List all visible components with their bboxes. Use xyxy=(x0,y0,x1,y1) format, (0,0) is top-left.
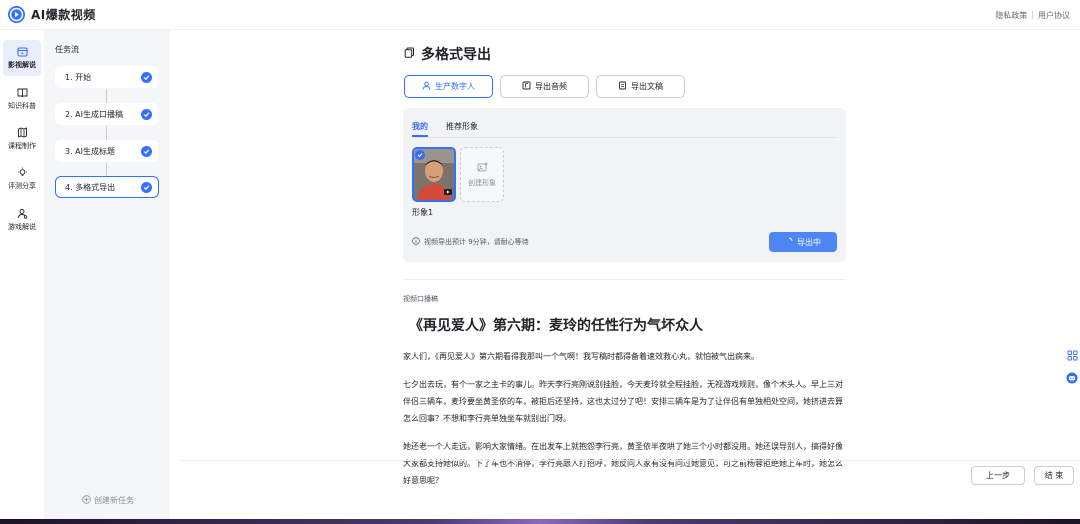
info-icon xyxy=(412,237,420,247)
avatar-panel: 我的 推荐形象 创建形象 形象1 视频导出预计 9分钟，请耐心等待 导出中 xyxy=(403,108,846,262)
user-game-icon xyxy=(17,208,28,219)
main-content: 多格式导出 生产数字人 导出音频 导出文稿 我的 推荐形象 创建形象 形象1 视… xyxy=(170,30,1080,524)
footer-bar: 上一步 结 束 xyxy=(180,460,1080,524)
nav-label: 知识科普 xyxy=(8,102,36,110)
tab-label: 导出音频 xyxy=(535,82,567,91)
copy-doc-icon xyxy=(404,47,415,61)
page-title-row: 多格式导出 xyxy=(404,44,491,64)
app-logo[interactable]: AI爆款视频 xyxy=(8,6,96,23)
export-button[interactable]: 导出中 xyxy=(769,232,837,252)
tab-label: 生产数字人 xyxy=(435,82,475,91)
section-divider xyxy=(403,279,846,280)
left-nav: 影视解说 知识科普 课程制作 评测分享 游戏解说 xyxy=(0,30,44,524)
user-agreement-link[interactable]: 用户协议 xyxy=(1038,10,1070,21)
nav-item-film-commentary[interactable]: 影视解说 xyxy=(3,40,41,76)
grid-apps-icon[interactable] xyxy=(1066,349,1078,361)
avatar-name: 形象1 xyxy=(412,208,434,217)
step-connector xyxy=(106,126,107,140)
nav-item-review[interactable]: 评测分享 xyxy=(3,161,41,197)
video-calendar-icon xyxy=(16,46,28,57)
page-title: 多格式导出 xyxy=(421,47,491,63)
subtab-divider xyxy=(412,137,837,138)
app-header: AI爆款视频 隐私政策 | 用户协议 xyxy=(0,0,1080,30)
subtab-recommended[interactable]: 推荐形象 xyxy=(446,121,478,132)
prev-step-button[interactable]: 上一步 xyxy=(971,466,1025,485)
task-step-label: 4. 多格式导出 xyxy=(65,182,116,192)
tab-export-script[interactable]: 导出文稿 xyxy=(596,75,685,98)
script-paragraph: 七夕出去玩，有个一家之主卡的事儿。昨天李行亮刚说别挂脸，今天麦玲就全程挂脸，无视… xyxy=(403,380,843,423)
nav-label: 课程制作 xyxy=(8,142,36,150)
chat-bot-icon[interactable] xyxy=(1066,372,1078,384)
check-icon xyxy=(141,181,152,193)
header-link-separator: | xyxy=(1031,10,1034,19)
create-avatar-button[interactable]: 创建形象 xyxy=(460,147,504,202)
task-step-label: 1. 开始 xyxy=(65,72,92,82)
add-image-icon xyxy=(477,162,488,175)
task-step-1[interactable]: 1. 开始 xyxy=(55,66,159,88)
create-task-label: 创建新任务 xyxy=(94,496,134,505)
script-label: 视频口播稿 xyxy=(403,295,438,303)
user-icon xyxy=(422,81,431,92)
tab-export-audio[interactable]: 导出音频 xyxy=(500,75,589,98)
book-icon xyxy=(17,87,28,98)
check-icon xyxy=(141,145,152,157)
lightbulb-icon xyxy=(17,167,28,178)
check-icon xyxy=(415,150,425,160)
task-step-label: 3. AI生成标题 xyxy=(65,146,116,156)
step-connector xyxy=(106,89,107,103)
check-icon xyxy=(141,71,152,83)
nav-item-game[interactable]: 游戏解说 xyxy=(3,202,41,238)
script-paragraph: 家人们，《再见爱人》第六期看得我那叫一个气啊！我写稿时都得备着速效救心丸，就怕被… xyxy=(403,352,759,361)
export-hint: 视频导出预计 9分钟，请耐心等待 xyxy=(412,237,529,247)
task-flow-title: 任务流 xyxy=(55,45,79,54)
loading-spinner-icon xyxy=(785,237,793,247)
header-links: 隐私政策 | 用户协议 xyxy=(995,10,1070,21)
video-play-icon xyxy=(444,188,452,198)
play-logo-icon xyxy=(8,6,25,23)
audio-file-icon xyxy=(522,81,531,92)
app-name: AI爆款视频 xyxy=(31,8,96,22)
script-title: 《再见爱人》第六期：麦玲的任性行为气坏众人 xyxy=(409,318,703,334)
create-avatar-label: 创建形象 xyxy=(468,178,496,187)
nav-label: 评测分享 xyxy=(8,182,36,190)
finish-button[interactable]: 结 束 xyxy=(1034,466,1074,485)
plus-circle-icon xyxy=(82,495,91,506)
nav-label: 游戏解说 xyxy=(8,223,36,231)
export-button-label: 导出中 xyxy=(797,237,821,247)
export-hint-text: 视频导出预计 9分钟，请耐心等待 xyxy=(424,238,529,246)
task-step-label: 2. AI生成口播稿 xyxy=(65,109,124,119)
tab-digital-human[interactable]: 生产数字人 xyxy=(404,75,493,98)
check-icon xyxy=(141,108,152,120)
task-flow-panel: 任务流 1. 开始 2. AI生成口播稿 3. AI生成标题 4. 多格式导出 … xyxy=(44,30,170,524)
subtab-mine[interactable]: 我的 xyxy=(412,121,428,132)
doc-file-icon xyxy=(618,81,627,92)
map-icon xyxy=(17,127,28,138)
task-step-2[interactable]: 2. AI生成口播稿 xyxy=(55,103,159,125)
window-bottom-strip xyxy=(0,519,1080,524)
privacy-policy-link[interactable]: 隐私政策 xyxy=(995,10,1027,21)
step-connector xyxy=(106,163,107,177)
nav-item-science[interactable]: 知识科普 xyxy=(3,81,41,117)
nav-item-course[interactable]: 课程制作 xyxy=(3,121,41,157)
footer-divider xyxy=(180,460,1080,461)
task-step-3[interactable]: 3. AI生成标题 xyxy=(55,140,159,162)
nav-label: 影视解说 xyxy=(8,61,36,69)
avatar-card-selected[interactable] xyxy=(412,147,456,202)
tab-label: 导出文稿 xyxy=(631,82,663,91)
create-task-button[interactable]: 创建新任务 xyxy=(82,495,134,506)
task-step-4[interactable]: 4. 多格式导出 xyxy=(55,176,159,198)
